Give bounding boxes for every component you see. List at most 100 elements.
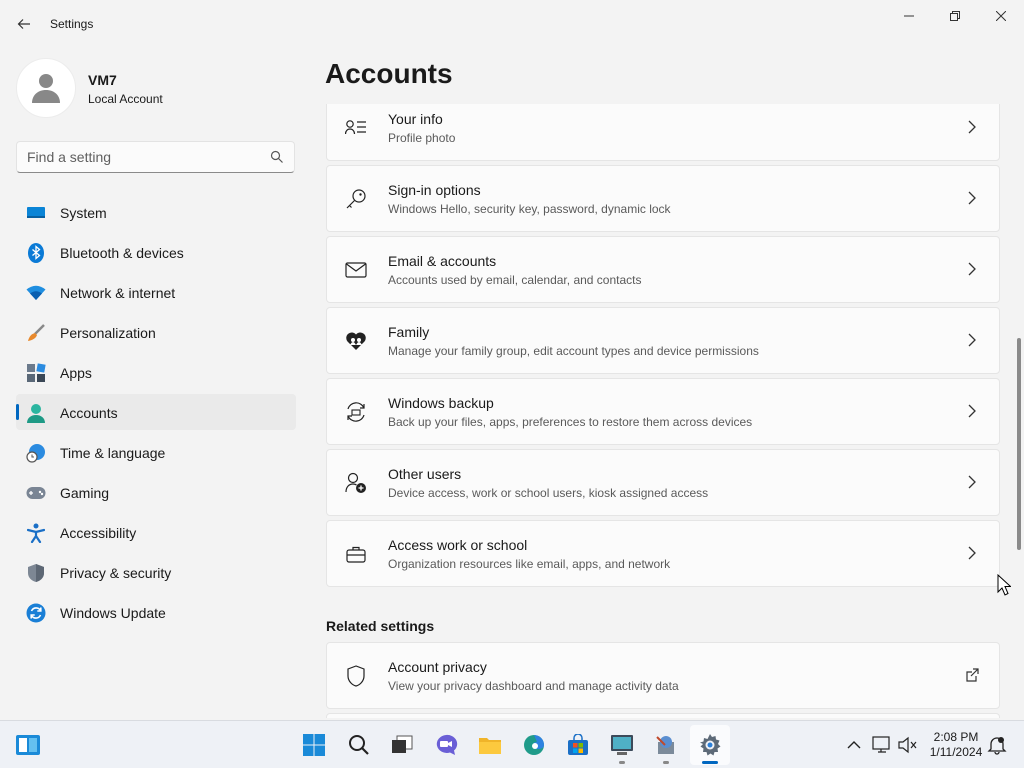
show-hidden-icons-button[interactable]: [842, 733, 866, 757]
sidebar-item-gaming[interactable]: Gaming: [16, 474, 296, 510]
sidebar-item-label: Apps: [60, 365, 92, 381]
task-view-icon: [392, 735, 413, 753]
user-profile[interactable]: VM7 Local Account: [16, 58, 296, 118]
card-subtitle: Accounts used by email, calendar, and co…: [388, 273, 642, 287]
taskbar: 2:08 PM 1/11/2024: [0, 720, 1024, 768]
settings-card-other-users[interactable]: Other users Device access, work or schoo…: [326, 449, 1000, 516]
sidebar-item-label: System: [60, 205, 107, 221]
sidebar-item-label: Network & internet: [60, 285, 176, 301]
taskbar-clock[interactable]: 2:08 PM 1/11/2024: [924, 730, 988, 760]
card-title: Other users: [388, 466, 462, 482]
network-icon: [872, 736, 890, 753]
chevron-right-icon: [968, 120, 976, 134]
chevron-right-icon: [968, 191, 976, 205]
settings-card-windows-backup[interactable]: Windows backup Back up your files, apps,…: [326, 378, 1000, 445]
system-icon: [26, 203, 46, 223]
task-view-button[interactable]: [382, 725, 422, 765]
folder-icon: [479, 738, 501, 754]
settings-card-family[interactable]: Family Manage your family group, edit ac…: [326, 307, 1000, 374]
search-input[interactable]: [17, 142, 262, 172]
clock-date: 1/11/2024: [929, 745, 983, 759]
app-button-tool[interactable]: [646, 725, 686, 765]
back-button[interactable]: [10, 10, 38, 38]
card-title: Family: [388, 324, 430, 340]
sidebar-item-label: Gaming: [60, 485, 110, 501]
settings-card-access-work-school[interactable]: Access work or school Organization resou…: [326, 520, 1000, 587]
widgets-button[interactable]: [8, 725, 48, 765]
shield-outline-icon: [345, 665, 367, 687]
widgets-icon: [16, 735, 40, 755]
settings-gear-icon: [700, 734, 721, 756]
clock-time: 2:08 PM: [933, 730, 979, 744]
sidebar-item-accounts[interactable]: Accounts: [16, 394, 296, 430]
tools-icon: [656, 736, 674, 754]
settings-card-your-info[interactable]: Your info Profile photo: [326, 104, 1000, 161]
sidebar-item-label: Accessibility: [60, 525, 137, 541]
app-button-terminal[interactable]: [602, 725, 642, 765]
mouse-cursor-icon: [997, 574, 1011, 596]
card-title: Account privacy: [388, 659, 487, 675]
related-settings-heading: Related settings: [326, 618, 435, 634]
network-status-button[interactable]: [870, 733, 894, 757]
accessibility-icon: [26, 523, 46, 543]
edge-icon: [524, 735, 544, 755]
sidebar-item-privacy[interactable]: Privacy & security: [16, 554, 296, 590]
settings-content: Your info Profile photo Sign-in options …: [326, 104, 1000, 718]
sidebar-item-personalization[interactable]: Personalization: [16, 314, 296, 350]
sidebar-item-apps[interactable]: Apps: [16, 354, 296, 390]
card-title: Your info: [388, 111, 443, 127]
person-info-icon: [345, 117, 367, 139]
sidebar-item-accessibility[interactable]: Accessibility: [16, 514, 296, 550]
edge-browser-button[interactable]: [514, 725, 554, 765]
page-title: Accounts: [325, 58, 453, 89]
sidebar-item-network[interactable]: Network & internet: [16, 274, 296, 310]
sidebar-nav: System Bluetooth & devices Network & int…: [16, 194, 296, 634]
content-scrollbar[interactable]: [1017, 338, 1021, 550]
card-subtitle: Manage your family group, edit account t…: [388, 344, 759, 358]
taskbar-search-button[interactable]: [339, 725, 379, 765]
sidebar-item-windows-update[interactable]: Windows Update: [16, 594, 296, 630]
gamepad-icon: [26, 483, 46, 503]
sidebar-item-bluetooth[interactable]: Bluetooth & devices: [16, 234, 296, 270]
windows-start-icon: [303, 734, 325, 756]
notifications-button[interactable]: [985, 733, 1009, 757]
shield-icon: [26, 563, 46, 583]
sidebar-item-time-language[interactable]: Time & language: [16, 434, 296, 470]
card-subtitle: Back up your files, apps, preferences to…: [388, 415, 753, 429]
person-icon: [32, 74, 60, 103]
store-button[interactable]: [558, 725, 598, 765]
external-link-icon: [966, 668, 979, 682]
sidebar-item-system[interactable]: System: [16, 194, 296, 230]
avatar: [16, 58, 76, 118]
card-title: Email & accounts: [388, 253, 497, 269]
settings-app-button[interactable]: [690, 725, 730, 765]
minimize-button[interactable]: [886, 0, 932, 32]
apps-icon: [26, 363, 46, 383]
add-user-icon: [345, 472, 367, 494]
chevron-right-icon: [968, 404, 976, 418]
restore-button[interactable]: [932, 0, 978, 32]
start-button[interactable]: [294, 725, 334, 765]
close-button[interactable]: [978, 0, 1024, 32]
mail-icon: [345, 259, 367, 281]
chat-button[interactable]: [426, 725, 466, 765]
terminal-screen-icon: [611, 735, 633, 755]
wifi-icon: [26, 283, 46, 303]
brush-icon: [26, 323, 46, 343]
card-subtitle: Device access, work or school users, kio…: [388, 486, 709, 500]
title-bar: Settings: [0, 0, 1024, 48]
settings-card-email-accounts[interactable]: Email & accounts Accounts used by email,…: [326, 236, 1000, 303]
settings-card-sign-in-options[interactable]: Sign-in options Windows Hello, security …: [326, 165, 1000, 232]
search-icon[interactable]: [270, 150, 284, 164]
update-icon: [26, 603, 46, 623]
volume-button[interactable]: [896, 733, 920, 757]
chevron-right-icon: [968, 546, 976, 560]
briefcase-icon: [345, 543, 367, 565]
sidebar-item-label: Time & language: [60, 445, 166, 461]
file-explorer-button[interactable]: [470, 725, 510, 765]
accounts-icon: [26, 403, 46, 423]
search-box: [16, 141, 295, 173]
back-arrow-icon: [17, 19, 30, 29]
settings-card-account-privacy[interactable]: Account privacy View your privacy dashbo…: [326, 642, 1000, 709]
settings-card-partial[interactable]: [326, 713, 1000, 718]
